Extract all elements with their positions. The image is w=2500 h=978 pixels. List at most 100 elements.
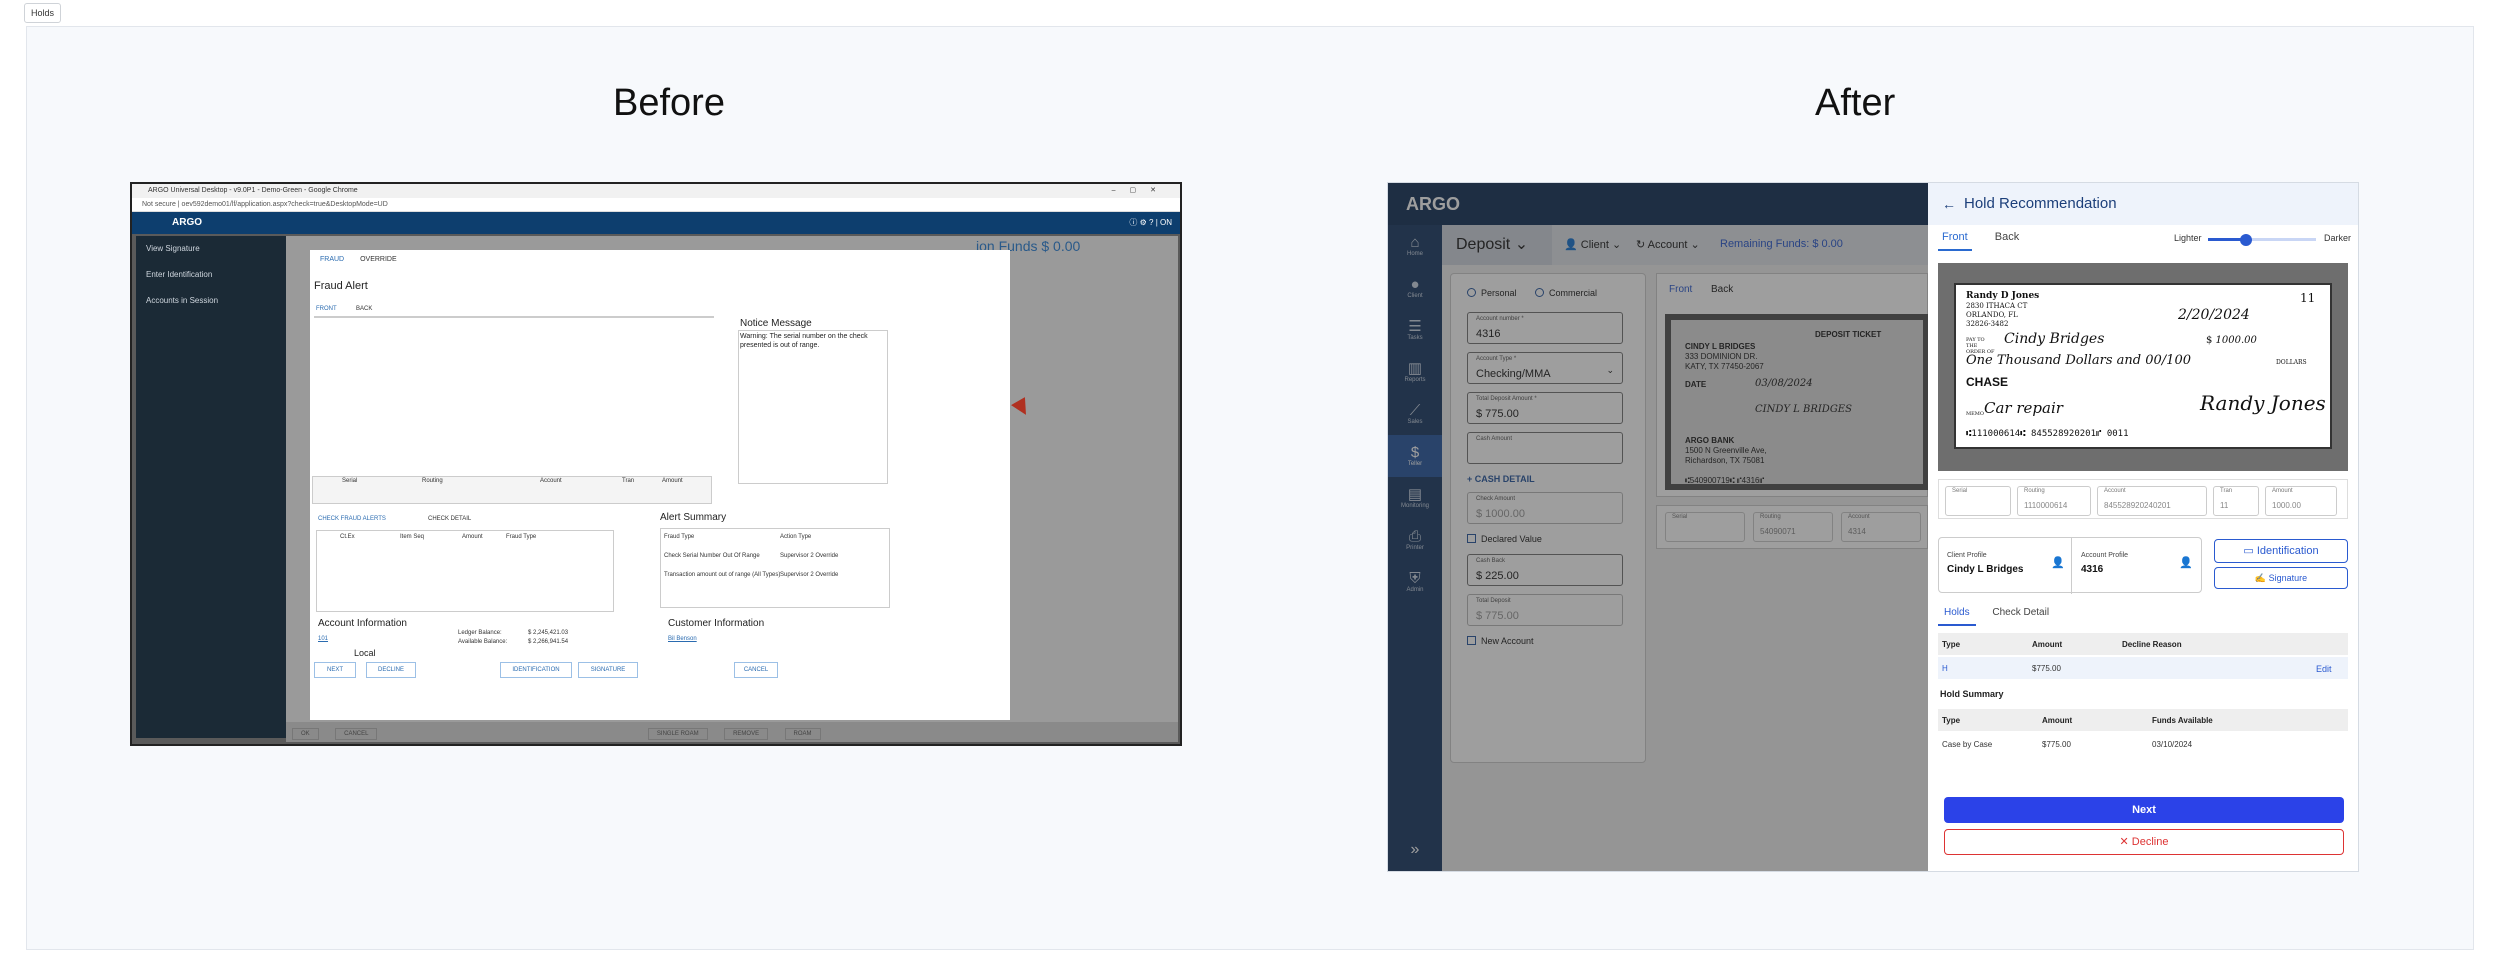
ledger-label: Ledger Balance: (458, 630, 502, 636)
image-divider (314, 316, 714, 318)
slider-thumb[interactable] (2239, 234, 2252, 246)
brightness-slider[interactable]: Lighter Darker (2174, 233, 2351, 246)
col-amount: Amount (2042, 716, 2073, 725)
client-profile-value: Cindy L Bridges (1947, 564, 2024, 575)
field-label: Tran (2220, 488, 2233, 494)
col-type: Type (1942, 640, 1961, 649)
col-decline-reason: Decline Reason (2122, 640, 2182, 649)
tab-holds[interactable]: Holds (1938, 607, 1976, 626)
micr-amount-label: Amount (662, 478, 683, 484)
decline-label: Decline (2131, 836, 2169, 848)
col-summary-action-type: Action Type (780, 534, 812, 540)
tab-fraud[interactable]: FRAUD (320, 256, 344, 263)
summary-type: Case by Case (1942, 740, 1993, 749)
summary-row-type: Check Serial Number Out Of Range (664, 553, 760, 559)
profile-card: Client Profile Cindy L Bridges 👤 Account… (1938, 537, 2202, 594)
profile-divider (2071, 538, 2072, 594)
identification-button[interactable]: ▭ Identification (2214, 539, 2348, 563)
tab-front[interactable]: FRONT (316, 306, 337, 312)
check-bank-logo: CHASE (1966, 375, 2009, 389)
tab-front[interactable]: Front (1938, 231, 1972, 251)
sidebar-item-accounts-in-session[interactable]: Accounts in Session (136, 288, 286, 314)
panel-title: Hold Recommendation (1964, 195, 2117, 212)
micr-row (312, 476, 712, 504)
customer-name-link[interactable]: Bil Benson (668, 636, 697, 642)
alert-summary-table (660, 528, 890, 608)
account-field[interactable]: Account 845528920240201 (2097, 486, 2207, 516)
next-button[interactable]: NEXT (314, 662, 356, 678)
holds-tabs: Holds Check Detail (1938, 607, 2063, 626)
cancel-dialog-button[interactable]: CANCEL (734, 662, 778, 678)
sidebar-item-view-signature[interactable]: View Signature (136, 236, 286, 262)
identification-label: Identification (2256, 545, 2319, 557)
check-addr2: ORLANDO, FL (1966, 311, 2018, 319)
signature-button[interactable]: ✍ Signature (2214, 567, 2348, 589)
table-row[interactable]: H $775.00 Edit (1938, 657, 2348, 679)
roam-button[interactable]: ROAM (784, 728, 821, 740)
signature-label: Signature (2268, 573, 2308, 583)
decline-button[interactable]: DECLINE (366, 662, 416, 678)
col-item-seq: Item Seq (400, 534, 425, 540)
url-text: Not secure | oev592demo01/lf/application… (142, 201, 388, 208)
client-profile-icon[interactable]: 👤 (2051, 556, 2065, 569)
check-payee: Cindy Bridges (2004, 331, 2105, 347)
serial-field[interactable]: Serial (1945, 486, 2011, 516)
hold-type: H (1942, 664, 1948, 673)
legacy-header-icons[interactable]: ⓘ ⚙ ? | ON (1129, 212, 1172, 234)
before-heading: Before (613, 82, 725, 124)
check-memo: Car repair (1984, 399, 2063, 417)
tab-check-detail[interactable]: Check Detail (1986, 607, 2055, 624)
micr-account-label: Account (540, 478, 562, 484)
routing-field[interactable]: Routing 1110000614 (2017, 486, 2091, 516)
back-arrow-icon[interactable]: ← (1942, 183, 1956, 225)
check-addr1: 2830 ITHACA CT (1966, 302, 2028, 310)
col-ctex: Ct.Ex (340, 534, 355, 540)
next-button[interactable]: Next (1944, 797, 2344, 823)
single-roam-button[interactable]: SINGLE ROAM (647, 728, 708, 740)
summary-amount: $775.00 (2042, 740, 2071, 749)
check-image-area: Randy D Jones 2830 ITHACA CT ORLANDO, FL… (1938, 263, 2348, 471)
summary-table-header: Type Amount Funds Available (1938, 709, 2348, 731)
ledger-value: $ 2,245,421.03 (528, 630, 569, 636)
hold-summary-title: Hold Summary (1940, 689, 2004, 699)
col-funds-available: Funds Available (2152, 716, 2213, 725)
fraud-alerts-table (316, 530, 614, 612)
tab-holds[interactable]: Holds (24, 3, 62, 23)
holds-table-header: Type Amount Decline Reason (1938, 633, 2348, 655)
signature-button[interactable]: SIGNATURE (578, 662, 638, 678)
legacy-bottom-bar: OK CANCEL SINGLE ROAM REMOVE ROAM (286, 722, 1178, 742)
browser-url-bar[interactable]: Not secure | oev592demo01/lf/application… (132, 198, 1180, 212)
tab-back[interactable]: Back (1991, 231, 2023, 249)
new-ui-screenshot: ARGO ⌂ Home ● Client ☰ Tasks ▥ Reports ⟋ Sale… (1387, 182, 2359, 872)
summary-row-type: Transaction amount out of range (All Typ… (664, 572, 781, 578)
identification-button[interactable]: IDENTIFICATION (500, 662, 572, 678)
tab-check-fraud-alerts[interactable]: CHECK FRAUD ALERTS (318, 516, 386, 522)
tab-override[interactable]: OVERRIDE (360, 256, 397, 263)
tab-check-detail[interactable]: CHECK DETAIL (428, 516, 471, 522)
check-payer: Randy D Jones (1966, 291, 2040, 301)
remove-button[interactable]: REMOVE (724, 728, 769, 740)
legacy-logo: ARGO (172, 217, 202, 228)
id-card-icon: ▭ (2243, 545, 2257, 557)
field-label: Serial (1952, 488, 1968, 494)
summary-funds-available: 03/10/2024 (2152, 740, 2193, 749)
dialog-title: Fraud Alert (314, 280, 368, 292)
tab-back[interactable]: BACK (356, 306, 372, 312)
available-value: $ 2,266,941.54 (528, 639, 569, 645)
slider-track[interactable] (2208, 234, 2316, 246)
field-value: 1000.00 (2272, 501, 2301, 510)
window-controls[interactable]: –▢✕ (1112, 184, 1170, 198)
edit-hold-link[interactable]: Edit (2316, 664, 2332, 674)
notice-text: Warning: The serial number on the check … (740, 333, 868, 349)
sidebar-item-enter-identification[interactable]: Enter Identification (136, 262, 286, 288)
account-number-link[interactable]: 101 (318, 636, 328, 642)
image-tabs: Front Back (1938, 231, 2039, 251)
amount-field[interactable]: Amount 1000.00 (2265, 486, 2337, 516)
decline-button[interactable]: ✕ Decline (1944, 829, 2344, 855)
account-profile-icon[interactable]: 👤 (2179, 556, 2193, 569)
cancel-button[interactable]: CANCEL (335, 728, 378, 740)
customer-info-title: Customer Information (668, 618, 765, 629)
tran-field[interactable]: Tran 11 (2213, 486, 2259, 516)
legacy-screenshot: ARGO Universal Desktop - v9.0P1 - Demo-G… (130, 182, 1182, 746)
ok-button[interactable]: OK (292, 728, 319, 740)
